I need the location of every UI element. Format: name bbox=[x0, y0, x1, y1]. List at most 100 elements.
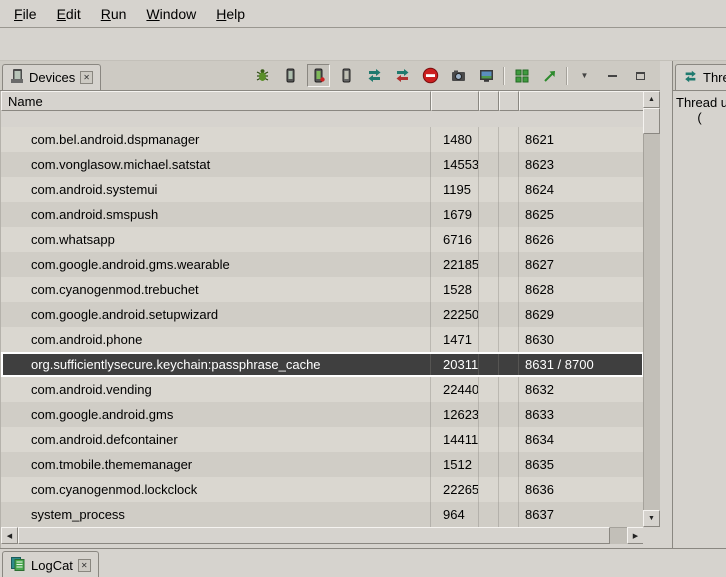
table-row[interactable]: com.android.vending224408632 bbox=[1, 377, 644, 402]
cell-name: com.whatsapp bbox=[1, 227, 431, 252]
maximize-icon[interactable] bbox=[629, 64, 652, 87]
cell-port: 8634 bbox=[519, 427, 644, 452]
devices-panel: Devices ✕ bbox=[0, 61, 660, 548]
cell-c3 bbox=[479, 452, 499, 477]
column-header-pid[interactable] bbox=[431, 91, 479, 111]
dump-hprof-icon[interactable] bbox=[307, 64, 330, 87]
cell-c4 bbox=[499, 252, 519, 277]
column-header-4[interactable] bbox=[499, 91, 519, 111]
scroll-up-icon[interactable]: ▲ bbox=[643, 91, 660, 108]
cell-port: 8623 bbox=[519, 152, 644, 177]
cell-c4 bbox=[499, 202, 519, 227]
cell-port: 8633 bbox=[519, 402, 644, 427]
cell-port: 8631 / 8700 bbox=[519, 352, 644, 377]
column-header-name[interactable]: Name bbox=[1, 91, 431, 111]
devices-tab-label: Devices bbox=[29, 70, 75, 85]
cell-pid: 22440 bbox=[431, 377, 479, 402]
table-row[interactable]: com.android.defcontainer144118634 bbox=[1, 427, 644, 452]
tab-threads[interactable]: Threads bbox=[675, 64, 726, 91]
table-row[interactable]: com.tmobile.thememanager15128635 bbox=[1, 452, 644, 477]
cell-c4 bbox=[499, 502, 519, 527]
table-row[interactable]: com.android.phone14718630 bbox=[1, 327, 644, 352]
table-spacer-row bbox=[1, 111, 644, 127]
table-row[interactable]: com.google.android.gms126238633 bbox=[1, 402, 644, 427]
cell-c4 bbox=[499, 327, 519, 352]
cell-name: com.cyanogenmod.trebuchet bbox=[1, 277, 431, 302]
menu-window[interactable]: Window bbox=[136, 2, 206, 26]
cell-c4 bbox=[499, 152, 519, 177]
cell-port: 8632 bbox=[519, 377, 644, 402]
debug-process-icon[interactable] bbox=[251, 64, 274, 87]
cell-name: com.vonglasow.michael.satstat bbox=[1, 152, 431, 177]
vertical-scrollbar[interactable]: ▲ ▼ bbox=[643, 91, 660, 527]
heap-grid-icon[interactable] bbox=[510, 64, 533, 87]
menu-help[interactable]: Help bbox=[206, 2, 255, 26]
devices-toolbar: ▼ bbox=[251, 64, 652, 87]
profiling-arrow-icon[interactable] bbox=[538, 64, 561, 87]
table-row[interactable]: com.whatsapp67168626 bbox=[1, 227, 644, 252]
update-heap-icon[interactable] bbox=[279, 64, 302, 87]
menu-run[interactable]: Run bbox=[91, 2, 137, 26]
cell-c3 bbox=[479, 177, 499, 202]
device-icon bbox=[10, 68, 24, 87]
table-body: com.bel.android.dspmanager14808621com.vo… bbox=[1, 111, 644, 527]
table-row[interactable]: com.bel.android.dspmanager14808621 bbox=[1, 127, 644, 152]
table-row[interactable]: com.android.systemui11958624 bbox=[1, 177, 644, 202]
menu-edit[interactable]: Edit bbox=[47, 2, 91, 26]
cell-c3 bbox=[479, 302, 499, 327]
tab-devices[interactable]: Devices ✕ bbox=[2, 64, 101, 91]
cell-pid: 22250 bbox=[431, 302, 479, 327]
table-row[interactable]: com.android.smspush16798625 bbox=[1, 202, 644, 227]
cell-c3 bbox=[479, 402, 499, 427]
threads-message-line1: Thread up bbox=[673, 95, 726, 110]
scrollbar-corner bbox=[643, 527, 660, 544]
table-row[interactable]: system_process9648637 bbox=[1, 502, 644, 527]
column-header-port[interactable] bbox=[519, 91, 644, 111]
cell-c3 bbox=[479, 202, 499, 227]
close-icon[interactable]: ✕ bbox=[80, 71, 93, 84]
minimize-icon[interactable] bbox=[601, 64, 624, 87]
toolbar-separator bbox=[503, 67, 505, 85]
cell-port: 8636 bbox=[519, 477, 644, 502]
cell-name: com.android.systemui bbox=[1, 177, 431, 202]
cell-c3 bbox=[479, 277, 499, 302]
table-row[interactable]: com.google.android.gms.wearable221858627 bbox=[1, 252, 644, 277]
stop-process-icon[interactable] bbox=[419, 64, 442, 87]
horizontal-scroll-thumb[interactable] bbox=[18, 527, 610, 544]
screen-capture-icon[interactable] bbox=[447, 64, 470, 87]
menu-file[interactable]: File bbox=[4, 2, 47, 26]
close-icon[interactable]: ✕ bbox=[78, 559, 91, 572]
scroll-down-icon[interactable]: ▼ bbox=[643, 510, 660, 527]
cell-c4 bbox=[499, 452, 519, 477]
table-row[interactable]: org.sufficientlysecure.keychain:passphra… bbox=[1, 352, 644, 377]
scroll-right-icon[interactable]: ▶ bbox=[627, 527, 644, 544]
view-menu-icon[interactable]: ▼ bbox=[573, 64, 596, 87]
table-row[interactable]: com.cyanogenmod.lockclock222658636 bbox=[1, 477, 644, 502]
cell-name: com.android.defcontainer bbox=[1, 427, 431, 452]
panel-sash[interactable] bbox=[660, 61, 672, 548]
cell-c3 bbox=[479, 152, 499, 177]
vertical-scroll-thumb[interactable] bbox=[643, 108, 660, 134]
cell-pid: 1471 bbox=[431, 327, 479, 352]
table-row[interactable]: com.google.android.setupwizard222508629 bbox=[1, 302, 644, 327]
column-header-3[interactable] bbox=[479, 91, 499, 111]
cell-port: 8626 bbox=[519, 227, 644, 252]
method-profiling-icon[interactable] bbox=[391, 64, 414, 87]
capture-video-icon[interactable] bbox=[475, 64, 498, 87]
cell-c4 bbox=[499, 227, 519, 252]
threads-tab-label: Threads bbox=[703, 70, 726, 85]
scroll-left-icon[interactable]: ◀ bbox=[1, 527, 18, 544]
cell-pid: 22265 bbox=[431, 477, 479, 502]
update-threads-icon[interactable] bbox=[363, 64, 386, 87]
cell-port: 8627 bbox=[519, 252, 644, 277]
table-row[interactable]: com.cyanogenmod.trebuchet15288628 bbox=[1, 277, 644, 302]
cell-c4 bbox=[499, 177, 519, 202]
table-row[interactable]: com.vonglasow.michael.satstat145538623 bbox=[1, 152, 644, 177]
cause-gc-icon[interactable] bbox=[335, 64, 358, 87]
cell-pid: 12623 bbox=[431, 402, 479, 427]
threads-panel: Threads Thread up ( bbox=[672, 61, 726, 548]
threads-icon bbox=[683, 69, 698, 87]
tab-logcat[interactable]: LogCat ✕ bbox=[2, 551, 99, 577]
horizontal-scrollbar[interactable]: ◀ ▶ bbox=[1, 527, 644, 544]
cell-pid: 1679 bbox=[431, 202, 479, 227]
